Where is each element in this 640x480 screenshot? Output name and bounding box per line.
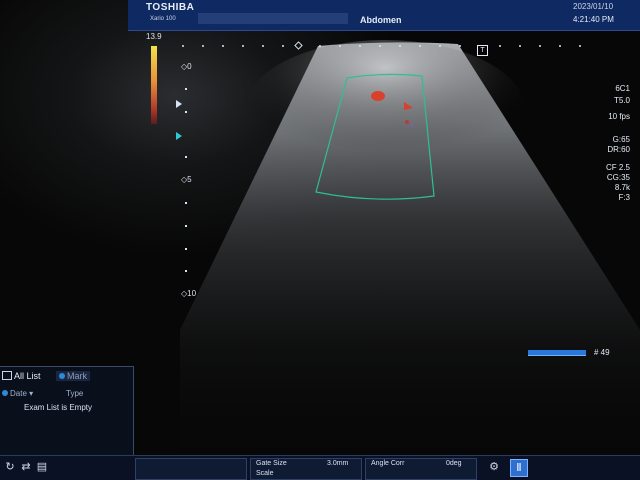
transducer-orientation-icon: T [477,45,488,56]
color-scale-bar [151,46,157,124]
probe-label: 6C1 [615,84,630,93]
depth-tick [185,111,187,113]
cine-frame-number: # 49 [594,348,610,357]
depth-label-0: ◇0 [181,62,192,71]
sort-radio-icon [2,390,8,396]
date-label: 2023/01/10 [573,2,614,11]
depth-tick [185,270,187,272]
color-frequency-label: CF 2.5 [605,163,630,172]
study-type: Abdomen [360,15,402,25]
list-icon [2,371,12,380]
settings-gear-icon[interactable]: ⚙ [486,459,502,475]
scale-label: Scale [256,470,274,477]
depth-label-5: ◇5 [181,175,192,184]
dynamic-range-label: DR:60 [607,145,630,154]
depth-tick [185,225,187,227]
patient-info-redacted [198,13,348,24]
rotate-icon[interactable]: ↻ [2,459,18,475]
mark-radio-icon [59,373,65,379]
exam-list-tabs: All List Mark [0,369,133,383]
focus-marker-cyan-icon [176,132,182,140]
preset-label: T5.0 [613,96,630,105]
exam-list-panel: All List Mark Date ▾ Type Exam List is E… [0,366,134,457]
column-header-type[interactable]: Type [66,389,83,398]
doppler-flow-spot [410,123,414,127]
gate-size-label: Gate Size [256,460,287,467]
model-name: Xario 100 [150,16,176,22]
bottom-empty-field [135,458,247,480]
ultrasound-screen: TOSHIBA Xario 100 Abdomen 2023/01/10 4:2… [0,0,640,480]
color-scale-max: 13.9 [146,32,162,41]
brand-logo: TOSHIBA [146,2,195,13]
prf-label: 8.7k [614,183,630,192]
usb-icon[interactable]: ⇄ [18,459,34,475]
color-gain-label: CG:35 [606,173,630,182]
dual-layout-icon[interactable]: Ⅱ [510,459,528,477]
exam-list-empty-message: Exam List is Empty [24,403,93,412]
filter-label: F:3 [618,193,630,202]
time-label: 4:21:40 PM [573,15,614,24]
frame-rate-label: 10 fps [608,112,630,121]
angle-corr-label: Angle Corr [371,460,405,467]
doppler-flow-spot [405,120,409,124]
tab-all-list[interactable]: All List [2,371,41,381]
depth-tick [185,156,187,158]
depth-tick [185,248,187,250]
depth-tick [185,88,187,90]
column-header-date[interactable]: Date ▾ [2,389,33,398]
printer-icon[interactable]: ▤ [34,459,50,475]
gate-size-box: Gate Size 3.0mm Scale [250,458,362,480]
focus-marker-icon [176,100,182,108]
cine-progress-bar[interactable] [528,350,586,356]
gate-size-value: 3.0mm [327,460,349,467]
header-bar: TOSHIBA Xario 100 Abdomen 2023/01/10 4:2… [128,0,640,31]
angle-corr-box: Angle Corr 0deg [365,458,477,480]
doppler-flow-spot [371,91,385,101]
depth-tick [185,202,187,204]
tab-mark[interactable]: Mark [56,371,90,381]
gain-label: G:65 [612,135,630,144]
depth-label-10: ◇10 [181,289,197,298]
bottom-toolbar: ↻ ⇄ ▤ Gate Size 3.0mm Scale Angle Corr 0… [0,455,640,480]
angle-corr-value: 0deg [446,460,462,467]
